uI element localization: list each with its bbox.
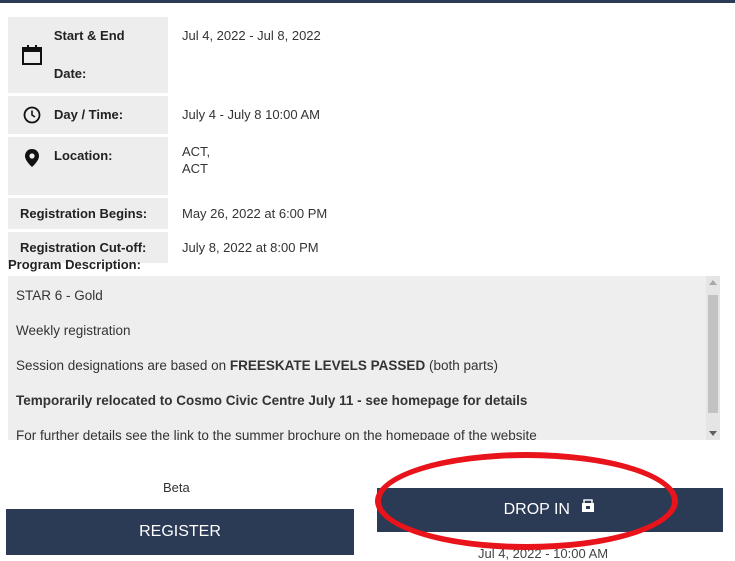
description-line-3: Session designations are based on FREESK… [16,358,498,373]
description-line-5: For further details see the link to the … [16,428,537,440]
start-end-date-row: Start & End Date: Jul 4, 2022 - Jul 8, 2… [8,17,327,93]
freeskate-levels-emphasis: FREESKATE LEVELS PASSED [229,358,426,373]
description-line-4: Temporarily relocated to Cosmo Civic Cen… [16,393,528,408]
drop-in-icon [580,488,596,532]
scroll-down-arrow-icon[interactable] [709,431,717,436]
description-scrollbar[interactable] [706,276,720,440]
calendar-icon [20,43,44,67]
day-time-label: Day / Time: [54,107,124,122]
clock-icon [20,103,44,127]
location-label: Location: [54,148,113,163]
map-pin-icon [20,146,44,170]
registration-begins-label: Registration Begins: [8,198,168,229]
day-time-row: Day / Time: July 4 - July 8 10:00 AM [8,96,327,134]
start-end-date-label: Start & End Date: [53,28,125,81]
start-end-date-value: Jul 4, 2022 - Jul 8, 2022 [182,28,321,43]
beta-label: Beta [163,480,190,495]
program-details-table: Start & End Date: Jul 4, 2022 - Jul 8, 2… [8,14,327,266]
drop-in-button-label: DROP IN [503,501,570,519]
location-row: Location: ACT, ACT [8,137,327,195]
program-description-box[interactable]: STAR 6 - Gold Weekly registration Sessio… [8,276,720,440]
description-line-2: Weekly registration [16,323,131,338]
top-bar [0,0,735,3]
location-value-line1: ACT, [182,144,211,159]
registration-begins-value: May 26, 2022 at 6:00 PM [182,206,328,221]
registration-begins-row: Registration Begins: May 26, 2022 at 6:0… [8,198,327,229]
drop-in-button[interactable]: DROP IN [377,488,723,532]
register-button[interactable]: REGISTER [6,509,354,555]
scrollbar-thumb[interactable] [708,295,718,413]
program-description-title: Program Description: [8,257,141,272]
description-line-1: STAR 6 - Gold [16,288,103,303]
drop-in-datetime: Jul 4, 2022 - 10:00 AM [478,546,609,561]
location-value-line2: ACT [182,161,208,176]
day-time-value: July 4 - July 8 10:00 AM [182,107,321,122]
registration-cutoff-value: July 8, 2022 at 8:00 PM [182,240,319,255]
scroll-up-arrow-icon[interactable] [709,280,717,285]
register-button-label: REGISTER [139,523,221,540]
